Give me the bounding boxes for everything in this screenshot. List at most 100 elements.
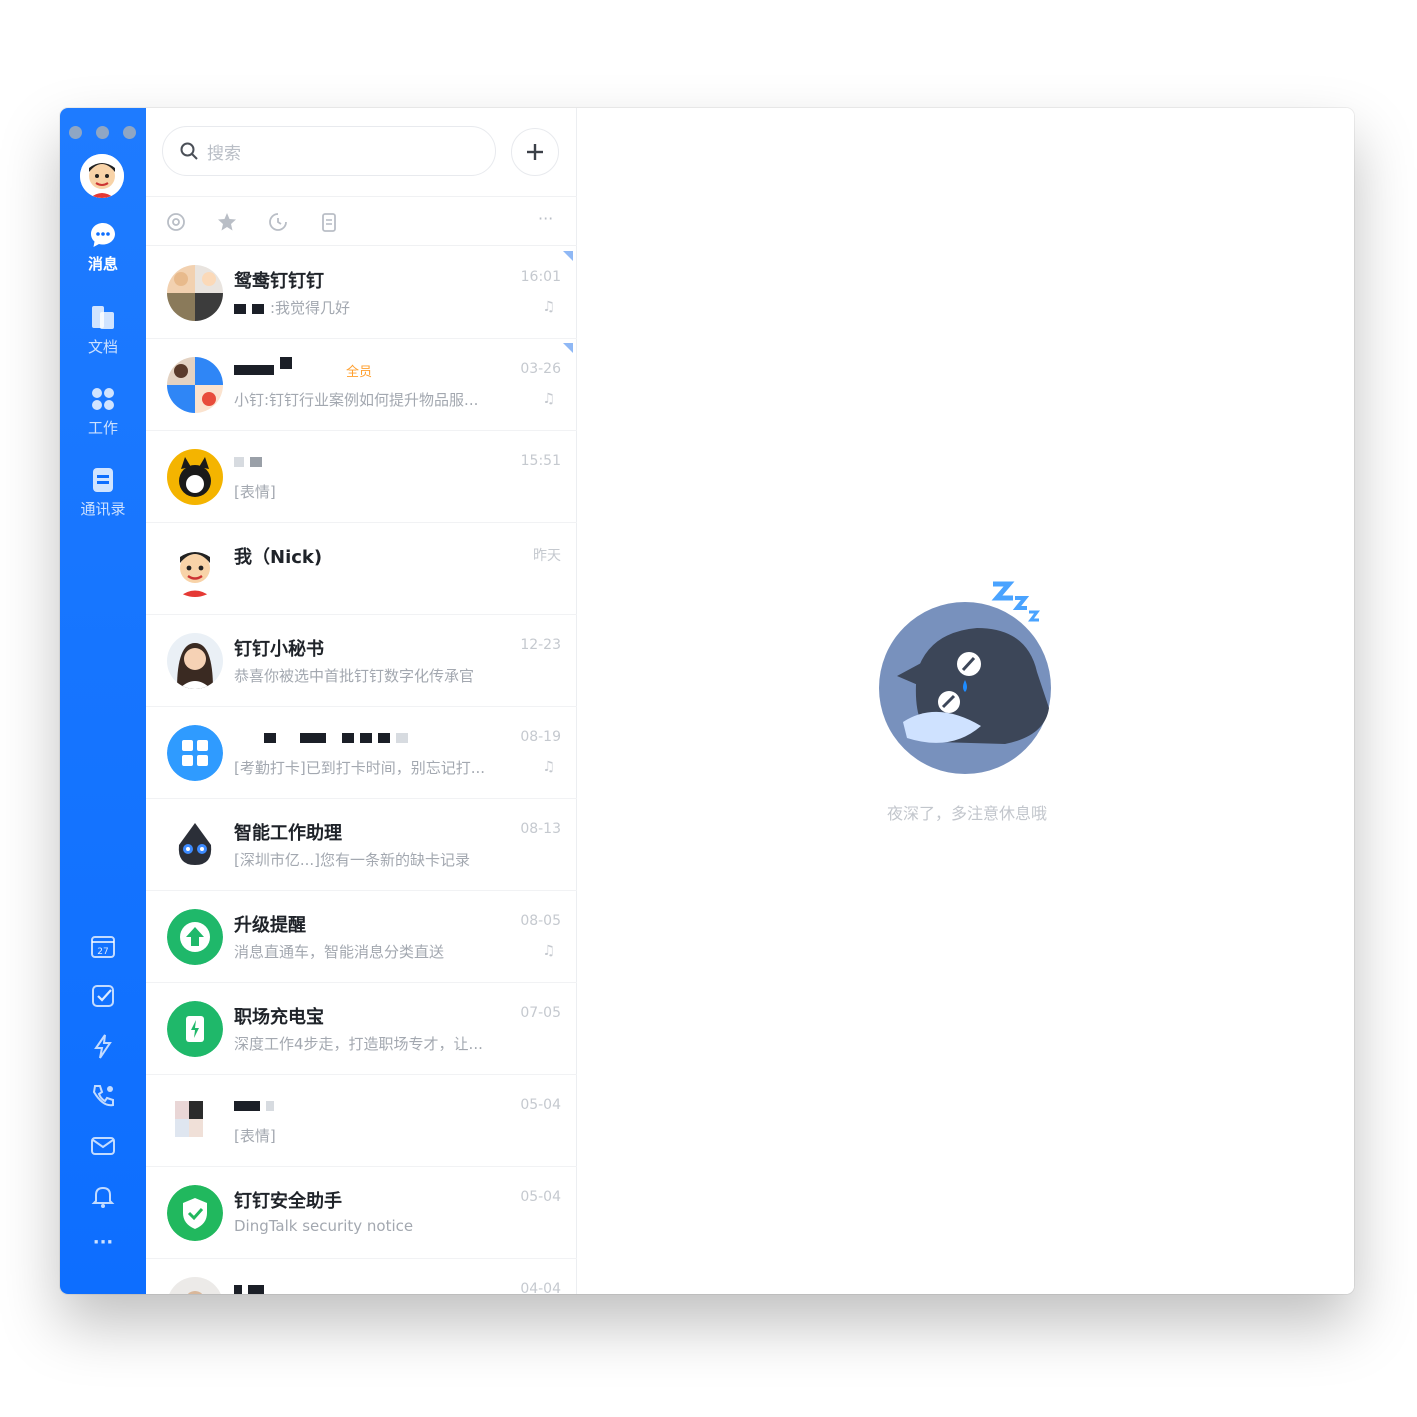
contact-avatar <box>167 1277 223 1294</box>
star-filter-icon[interactable] <box>216 211 238 233</box>
new-conversation-button[interactable] <box>511 128 559 176</box>
chat-row[interactable]: 我（Nick) 昨天 <box>146 523 577 615</box>
chat-row[interactable]: 04-04 <box>146 1259 577 1294</box>
ding-button[interactable] <box>89 1032 117 1060</box>
mute-icon: ♫ <box>542 943 555 959</box>
close-window-button[interactable] <box>69 126 82 139</box>
search-input[interactable]: 搜索 <box>162 126 496 176</box>
chat-time: 05-04 <box>520 1097 561 1113</box>
nav-workbench[interactable]: 工作 <box>60 384 146 438</box>
chat-list: 鸳鸯钉钉钉 :我觉得几好 16:01 ♫ 全员 小钉:钉钉行业案例如何提升物品服… <box>146 247 577 1294</box>
nav-documents-label: 文档 <box>87 338 118 356</box>
chat-time: 12-23 <box>520 637 561 653</box>
assistant-avatar <box>167 633 223 689</box>
chat-time: 16:01 <box>520 269 561 285</box>
chat-row[interactable]: [考勤打卡]已到打卡时间，别忘记打... 08-19 ♫ <box>146 707 577 799</box>
conversation-list-panel: 搜索 ··· 鸳鸯钉钉钉:我觉得几好 16:01 ♫ 全员 小钉:钉钉行业案例… <box>146 108 577 1294</box>
contact-avatar <box>167 1093 223 1149</box>
chat-time: 04-04 <box>520 1281 561 1294</box>
documents-icon <box>92 306 114 329</box>
window-controls <box>69 126 136 139</box>
chat-time: 15:51 <box>520 453 561 469</box>
chat-name <box>234 1279 270 1294</box>
nav-contacts-label: 通讯录 <box>80 500 126 518</box>
chat-preview: 小钉:钉钉行业案例如何提升物品服... <box>234 391 479 409</box>
chat-preview-text: :我觉得几好 <box>270 299 351 317</box>
chat-row[interactable]: 升级提醒 消息直通车，智能消息分类直送 08-05 ♫ <box>146 891 577 983</box>
chat-time: 05-04 <box>520 1189 561 1205</box>
chat-name: 职场充电宝 <box>234 1007 324 1028</box>
at-mention-filter-icon[interactable] <box>165 211 187 233</box>
nav-workbench-label: 工作 <box>87 419 118 437</box>
call-button[interactable] <box>89 1082 117 1110</box>
chat-name: 钉钉小秘书 <box>234 639 324 660</box>
chat-time: 08-05 <box>520 913 561 929</box>
chat-name <box>234 451 268 472</box>
upgrade-avatar <box>167 909 223 965</box>
chat-time: 08-13 <box>520 821 561 837</box>
mail-button[interactable] <box>89 1132 117 1160</box>
chat-row[interactable]: [表情] 05-04 <box>146 1075 577 1167</box>
chat-name: 鸳鸯钉钉钉 <box>234 271 324 292</box>
chat-preview: 恭喜你被选中首批钉钉数字化传承官 <box>234 667 475 685</box>
notification-button[interactable] <box>89 1182 117 1210</box>
chat-name <box>234 357 298 380</box>
search-icon <box>180 142 198 160</box>
chat-preview: [表情] <box>234 483 276 501</box>
nav-documents[interactable]: 文档 <box>60 303 146 357</box>
chat-preview: [表情] <box>234 1127 276 1145</box>
unread-filter-icon[interactable] <box>318 211 340 233</box>
todo-check-icon <box>92 985 114 1007</box>
workbench-grid-icon <box>92 388 114 410</box>
chat-row[interactable]: 鸳鸯钉钉钉 :我觉得几好 16:01 ♫ <box>146 247 577 339</box>
pinned-marker <box>563 251 573 261</box>
todo-button[interactable] <box>89 982 117 1010</box>
chat-row[interactable]: 智能工作助理 [深圳市亿...]您有一条新的缺卡记录 08-13 <box>146 799 577 891</box>
smart-assistant-avatar <box>167 817 223 873</box>
mail-icon <box>91 1137 115 1155</box>
app-window: 消息 文档 工作 通讯录 27 ··· 搜索 ··· 鸳鸯钉钉钉:我觉得几好 … <box>60 108 1354 1294</box>
chat-row[interactable]: 钉钉安全助手 DingTalk security notice 05-04 <box>146 1167 577 1259</box>
minimize-window-button[interactable] <box>96 126 109 139</box>
mute-icon: ♫ <box>542 299 555 315</box>
filter-more-icon[interactable]: ··· <box>538 209 560 231</box>
contact-avatar <box>167 449 223 505</box>
chat-preview: :我觉得几好 <box>234 297 350 318</box>
chat-name: 智能工作助理 <box>234 823 342 844</box>
more-button[interactable]: ··· <box>89 1232 117 1260</box>
user-avatar[interactable] <box>80 154 124 198</box>
filter-bar: ··· <box>146 196 577 246</box>
chat-name: 钉钉安全助手 <box>234 1191 342 1212</box>
more-icon: ··· <box>92 1232 114 1253</box>
zoom-window-button[interactable] <box>123 126 136 139</box>
mute-icon: ♫ <box>542 391 555 407</box>
chat-row[interactable]: [表情] 15:51 <box>146 431 577 523</box>
contacts-book-icon <box>93 468 113 492</box>
chat-row[interactable]: 职场充电宝 深度工作4步走，打造职场专才，让... 07-05 <box>146 983 577 1075</box>
chat-preview: [深圳市亿...]您有一条新的缺卡记录 <box>234 851 471 869</box>
ding-lightning-icon <box>94 1034 112 1059</box>
chat-preview: [考勤打卡]已到打卡时间，别忘记打... <box>234 759 486 777</box>
nav-contacts[interactable]: 通讯录 <box>60 465 146 519</box>
group-avatar <box>167 265 223 321</box>
empty-state: 夜深了，多注意休息哦 <box>877 576 1057 824</box>
pinned-marker <box>563 343 573 353</box>
chat-name <box>234 1095 280 1116</box>
nav-messages-label: 消息 <box>87 255 118 273</box>
calendar-button[interactable]: 27 <box>89 932 117 960</box>
group-avatar <box>167 357 223 413</box>
security-assistant-avatar <box>167 1185 223 1241</box>
chat-bubble-icon <box>91 223 115 247</box>
empty-state-text: 夜深了，多注意休息哦 <box>886 804 1047 823</box>
chat-row[interactable]: 全员 小钉:钉钉行业案例如何提升物品服... 03-26 ♫ <box>146 339 577 431</box>
chat-row[interactable]: 钉钉小秘书 恭喜你被选中首批钉钉数字化传承官 12-23 <box>146 615 577 707</box>
sleeping-cat-illustration <box>879 581 1051 774</box>
chat-name <box>264 727 414 748</box>
clock-filter-icon[interactable] <box>267 211 289 233</box>
nav-messages[interactable]: 消息 <box>60 220 146 274</box>
notification-icon <box>91 1186 115 1208</box>
chat-time: 08-19 <box>520 729 561 745</box>
plus-icon <box>527 144 543 160</box>
chat-preview: DingTalk security notice <box>234 1217 414 1235</box>
power-bank-avatar <box>167 1001 223 1057</box>
